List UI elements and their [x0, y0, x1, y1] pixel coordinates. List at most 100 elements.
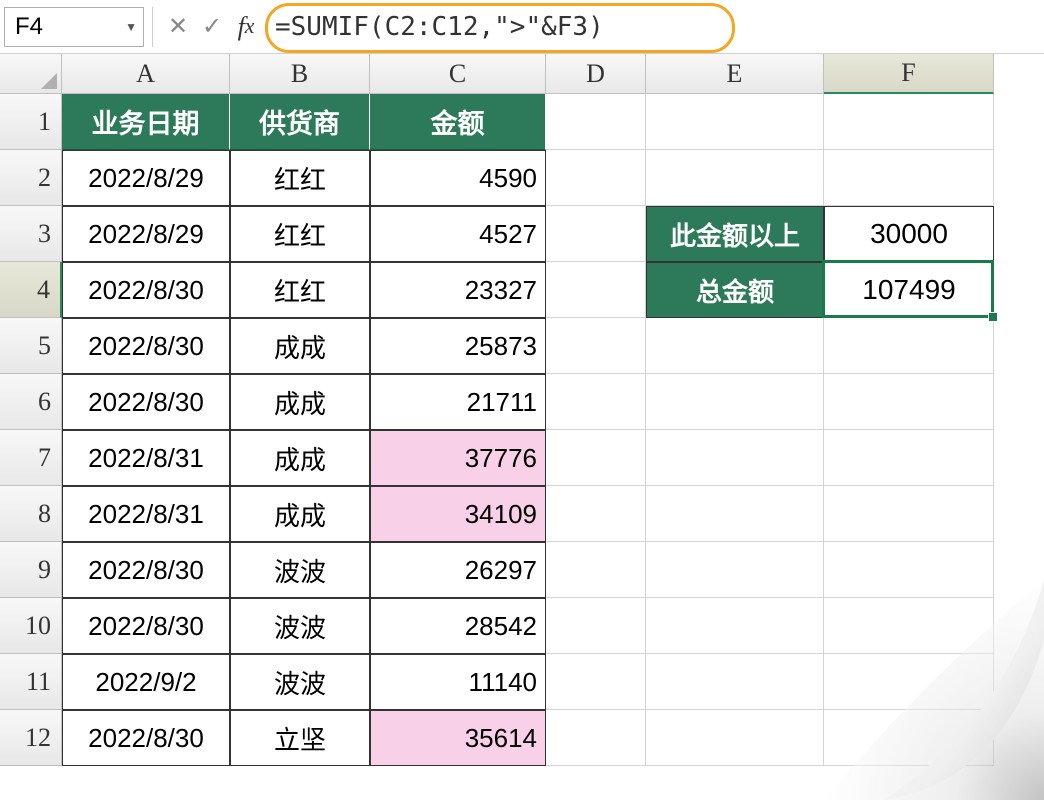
row-header-7[interactable]: 7 — [0, 430, 62, 486]
cell-supplier-11[interactable]: 波波 — [230, 654, 370, 710]
spreadsheet-grid[interactable]: ABCDEF 123456789101112 业务日期供货商金额2022/8/2… — [0, 54, 1044, 800]
cell-E6[interactable] — [646, 374, 824, 430]
cell-E1[interactable] — [646, 94, 824, 150]
cell-E5[interactable] — [646, 318, 824, 374]
cell-D2[interactable] — [546, 150, 646, 206]
cell-F5[interactable] — [824, 318, 994, 374]
row-header-1[interactable]: 1 — [0, 94, 62, 150]
formula-input[interactable]: =SUMIF(C2:C12,">"&F3) — [263, 7, 1044, 47]
cell-E2[interactable] — [646, 150, 824, 206]
cell-amount-2[interactable]: 4590 — [370, 150, 546, 206]
row-header-12[interactable]: 12 — [0, 710, 62, 766]
cell-grid: 业务日期供货商金额2022/8/29红红45902022/8/29红红4527此… — [62, 94, 994, 766]
cell-supplier-10[interactable]: 波波 — [230, 598, 370, 654]
cell-D10[interactable] — [546, 598, 646, 654]
name-box-value: F4 — [15, 13, 43, 41]
cell-F1[interactable] — [824, 94, 994, 150]
column-header-F[interactable]: F — [824, 54, 994, 94]
cell-E11[interactable] — [646, 654, 824, 710]
row-header-9[interactable]: 9 — [0, 542, 62, 598]
cell-amount-9[interactable]: 26297 — [370, 542, 546, 598]
name-box-dropdown-icon[interactable]: ▼ — [125, 20, 137, 34]
row-header-4[interactable]: 4 — [0, 262, 62, 318]
cell-supplier-8[interactable]: 成成 — [230, 486, 370, 542]
cell-date-9[interactable]: 2022/8/30 — [62, 542, 230, 598]
cell-E9[interactable] — [646, 542, 824, 598]
column-header-E[interactable]: E — [646, 54, 824, 94]
column-header-B[interactable]: B — [230, 54, 370, 94]
column-header-D[interactable]: D — [546, 54, 646, 94]
fx-icon[interactable]: fx — [229, 7, 263, 47]
cell-supplier-3[interactable]: 红红 — [230, 206, 370, 262]
cancel-icon[interactable]: ✕ — [161, 7, 195, 47]
total-value[interactable]: 107499 — [824, 262, 994, 318]
cell-D1[interactable] — [546, 94, 646, 150]
name-box[interactable]: F4 ▼ — [4, 7, 144, 47]
cell-amount-5[interactable]: 25873 — [370, 318, 546, 374]
column-headers: ABCDEF — [62, 54, 994, 94]
cell-F6[interactable] — [824, 374, 994, 430]
header-date: 业务日期 — [62, 94, 230, 150]
cell-amount-8[interactable]: 34109 — [370, 486, 546, 542]
cell-date-10[interactable]: 2022/8/30 — [62, 598, 230, 654]
cell-E8[interactable] — [646, 486, 824, 542]
column-header-C[interactable]: C — [370, 54, 546, 94]
cell-amount-10[interactable]: 28542 — [370, 598, 546, 654]
cell-F9[interactable] — [824, 542, 994, 598]
row-header-3[interactable]: 3 — [0, 206, 62, 262]
header-supplier: 供货商 — [230, 94, 370, 150]
cell-F2[interactable] — [824, 150, 994, 206]
cell-date-3[interactable]: 2022/8/29 — [62, 206, 230, 262]
row-header-5[interactable]: 5 — [0, 318, 62, 374]
cell-E7[interactable] — [646, 430, 824, 486]
cell-F11[interactable] — [824, 654, 994, 710]
cell-D5[interactable] — [546, 318, 646, 374]
cell-supplier-7[interactable]: 成成 — [230, 430, 370, 486]
cell-F10[interactable] — [824, 598, 994, 654]
cell-date-8[interactable]: 2022/8/31 — [62, 486, 230, 542]
cell-D9[interactable] — [546, 542, 646, 598]
row-header-2[interactable]: 2 — [0, 150, 62, 206]
cell-amount-7[interactable]: 37776 — [370, 430, 546, 486]
select-all-corner[interactable] — [0, 54, 62, 94]
cell-D7[interactable] — [546, 430, 646, 486]
cell-date-12[interactable]: 2022/8/30 — [62, 710, 230, 766]
row-header-8[interactable]: 8 — [0, 486, 62, 542]
row-header-11[interactable]: 11 — [0, 654, 62, 710]
cell-date-7[interactable]: 2022/8/31 — [62, 430, 230, 486]
cell-D12[interactable] — [546, 710, 646, 766]
row-header-10[interactable]: 10 — [0, 598, 62, 654]
formula-text: =SUMIF(C2:C12,">"&F3) — [275, 12, 604, 42]
enter-icon[interactable]: ✓ — [195, 7, 229, 47]
cell-amount-3[interactable]: 4527 — [370, 206, 546, 262]
cell-E12[interactable] — [646, 710, 824, 766]
cell-amount-11[interactable]: 11140 — [370, 654, 546, 710]
cell-D4[interactable] — [546, 262, 646, 318]
fill-handle[interactable] — [988, 312, 998, 322]
cell-D11[interactable] — [546, 654, 646, 710]
cell-F12[interactable] — [824, 710, 994, 766]
cell-D3[interactable] — [546, 206, 646, 262]
cell-E10[interactable] — [646, 598, 824, 654]
cell-F7[interactable] — [824, 430, 994, 486]
cell-supplier-5[interactable]: 成成 — [230, 318, 370, 374]
cell-F8[interactable] — [824, 486, 994, 542]
column-header-A[interactable]: A — [62, 54, 230, 94]
cell-D6[interactable] — [546, 374, 646, 430]
threshold-value[interactable]: 30000 — [824, 206, 994, 262]
cell-D8[interactable] — [546, 486, 646, 542]
cell-amount-6[interactable]: 21711 — [370, 374, 546, 430]
cell-supplier-9[interactable]: 波波 — [230, 542, 370, 598]
cell-amount-12[interactable]: 35614 — [370, 710, 546, 766]
cell-supplier-2[interactable]: 红红 — [230, 150, 370, 206]
cell-date-2[interactable]: 2022/8/29 — [62, 150, 230, 206]
cell-date-6[interactable]: 2022/8/30 — [62, 374, 230, 430]
cell-supplier-6[interactable]: 成成 — [230, 374, 370, 430]
cell-supplier-4[interactable]: 红红 — [230, 262, 370, 318]
cell-date-11[interactable]: 2022/9/2 — [62, 654, 230, 710]
row-header-6[interactable]: 6 — [0, 374, 62, 430]
cell-date-5[interactable]: 2022/8/30 — [62, 318, 230, 374]
cell-amount-4[interactable]: 23327 — [370, 262, 546, 318]
cell-date-4[interactable]: 2022/8/30 — [62, 262, 230, 318]
cell-supplier-12[interactable]: 立坚 — [230, 710, 370, 766]
